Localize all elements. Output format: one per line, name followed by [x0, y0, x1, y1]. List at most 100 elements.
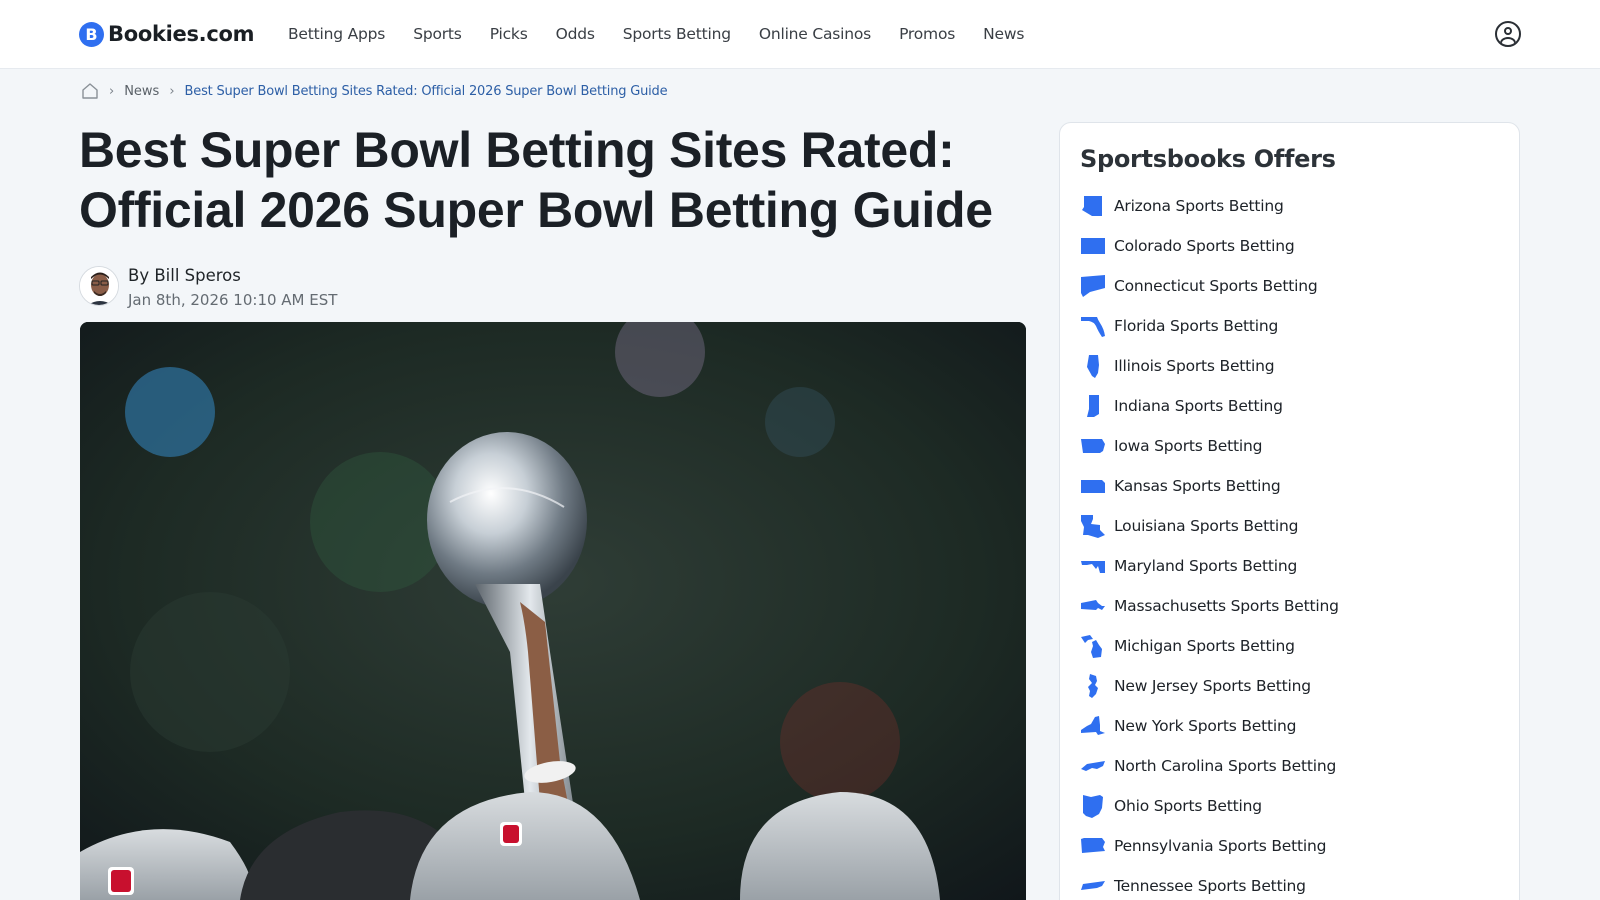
offers-title: Sportsbooks Offers	[1080, 145, 1336, 173]
offer-label: Tennessee Sports Betting	[1114, 877, 1306, 895]
michigan-icon	[1080, 633, 1106, 659]
site-logo[interactable]: B Bookies.com	[79, 20, 255, 48]
sportsbooks-offers-card: Sportsbooks Offers Arizona Sports Bettin…	[1059, 122, 1520, 900]
list-item: Illinois Sports Betting	[1080, 346, 1339, 386]
iowa-icon	[1080, 433, 1106, 459]
breadcrumb-news[interactable]: News	[124, 84, 159, 99]
publish-date: Jan 8th, 2026 10:10 AM EST	[128, 291, 338, 309]
nav-sports-betting[interactable]: Sports Betting	[623, 25, 731, 43]
breadcrumb-separator: ›	[109, 83, 115, 99]
offer-link-indiana[interactable]: Indiana Sports Betting	[1080, 393, 1283, 419]
offer-label: Michigan Sports Betting	[1114, 637, 1295, 655]
list-item: Indiana Sports Betting	[1080, 386, 1339, 426]
offer-link-new-york[interactable]: New York Sports Betting	[1080, 713, 1296, 739]
offer-label: Kansas Sports Betting	[1114, 477, 1281, 495]
list-item: North Carolina Sports Betting	[1080, 746, 1339, 786]
offer-link-florida[interactable]: Florida Sports Betting	[1080, 313, 1278, 339]
offer-link-connecticut[interactable]: Connecticut Sports Betting	[1080, 273, 1318, 299]
pennsylvania-icon	[1080, 833, 1106, 859]
list-item: Florida Sports Betting	[1080, 306, 1339, 346]
offer-link-arizona[interactable]: Arizona Sports Betting	[1080, 193, 1284, 219]
new-jersey-icon	[1080, 673, 1106, 699]
author-name[interactable]: By Bill Speros	[128, 266, 241, 285]
page-title: Best Super Bowl Betting Sites Rated: Off…	[79, 122, 993, 238]
list-item: New York Sports Betting	[1080, 706, 1339, 746]
offer-label: Arizona Sports Betting	[1114, 197, 1284, 215]
hero-image	[80, 322, 1026, 900]
offer-link-tennessee[interactable]: Tennessee Sports Betting	[1080, 873, 1306, 899]
offers-list: Arizona Sports Betting Colorado Sports B…	[1080, 186, 1339, 900]
offer-label: Indiana Sports Betting	[1114, 397, 1283, 415]
author-avatar[interactable]	[79, 266, 119, 306]
list-item: Maryland Sports Betting	[1080, 546, 1339, 586]
illinois-icon	[1080, 353, 1106, 379]
user-circle-icon[interactable]	[1495, 21, 1521, 47]
offer-label: Iowa Sports Betting	[1114, 437, 1263, 455]
colorado-icon	[1080, 233, 1106, 259]
offer-link-maryland[interactable]: Maryland Sports Betting	[1080, 553, 1297, 579]
list-item: Michigan Sports Betting	[1080, 626, 1339, 666]
offer-label: Maryland Sports Betting	[1114, 557, 1298, 575]
florida-icon	[1080, 313, 1106, 339]
connecticut-icon	[1080, 273, 1106, 299]
list-item: Kansas Sports Betting	[1080, 466, 1339, 506]
louisiana-icon	[1080, 513, 1106, 539]
list-item: Pennsylvania Sports Betting	[1080, 826, 1339, 866]
nav-odds[interactable]: Odds	[556, 25, 595, 43]
offer-link-michigan[interactable]: Michigan Sports Betting	[1080, 633, 1295, 659]
offer-link-massachusetts[interactable]: Massachusetts Sports Betting	[1080, 593, 1339, 619]
list-item: Louisiana Sports Betting	[1080, 506, 1339, 546]
main-nav: Betting Apps Sports Picks Odds Sports Be…	[288, 22, 1052, 46]
offer-link-north-carolina[interactable]: North Carolina Sports Betting	[1080, 753, 1336, 779]
logo-badge-icon: B	[79, 21, 104, 47]
offer-label: Illinois Sports Betting	[1114, 357, 1275, 375]
offer-link-iowa[interactable]: Iowa Sports Betting	[1080, 433, 1262, 459]
offer-link-illinois[interactable]: Illinois Sports Betting	[1080, 353, 1275, 379]
nav-betting-apps[interactable]: Betting Apps	[288, 25, 385, 43]
offer-label: Florida Sports Betting	[1114, 317, 1279, 335]
offer-link-louisiana[interactable]: Louisiana Sports Betting	[1080, 513, 1298, 539]
offer-link-colorado[interactable]: Colorado Sports Betting	[1080, 233, 1295, 259]
tennessee-icon	[1080, 873, 1106, 899]
offer-label: Connecticut Sports Betting	[1114, 277, 1318, 295]
offer-link-ohio[interactable]: Ohio Sports Betting	[1080, 793, 1262, 819]
list-item: Colorado Sports Betting	[1080, 226, 1339, 266]
offer-label: New York Sports Betting	[1114, 717, 1297, 735]
offer-label: North Carolina Sports Betting	[1114, 757, 1337, 775]
nav-sports[interactable]: Sports	[413, 25, 462, 43]
offer-link-kansas[interactable]: Kansas Sports Betting	[1080, 473, 1281, 499]
offer-label: New Jersey Sports Betting	[1114, 677, 1311, 695]
list-item: Massachusetts Sports Betting	[1080, 586, 1339, 626]
nav-news[interactable]: News	[983, 25, 1024, 43]
list-item: Connecticut Sports Betting	[1080, 266, 1339, 306]
home-icon[interactable]	[81, 82, 99, 100]
list-item: Ohio Sports Betting	[1080, 786, 1339, 826]
logo-text: Bookies.com	[108, 22, 255, 46]
arizona-icon	[1080, 193, 1106, 219]
breadcrumb: › News › Best Super Bowl Betting Sites R…	[81, 80, 668, 102]
offer-link-pennsylvania[interactable]: Pennsylvania Sports Betting	[1080, 833, 1326, 859]
indiana-icon	[1080, 393, 1106, 419]
list-item: New Jersey Sports Betting	[1080, 666, 1339, 706]
offer-link-new-jersey[interactable]: New Jersey Sports Betting	[1080, 673, 1311, 699]
offer-label: Colorado Sports Betting	[1114, 237, 1295, 255]
site-header: B Bookies.com Betting Apps Sports Picks …	[0, 0, 1600, 69]
nav-picks[interactable]: Picks	[490, 25, 528, 43]
new-york-icon	[1080, 713, 1106, 739]
north-carolina-icon	[1080, 753, 1106, 779]
nav-online-casinos[interactable]: Online Casinos	[759, 25, 871, 43]
ohio-icon	[1080, 793, 1106, 819]
offer-label: Massachusetts Sports Betting	[1114, 597, 1339, 615]
offer-label: Louisiana Sports Betting	[1114, 517, 1299, 535]
list-item: Tennessee Sports Betting	[1080, 866, 1339, 900]
list-item: Arizona Sports Betting	[1080, 186, 1339, 226]
kansas-icon	[1080, 473, 1106, 499]
offer-label: Pennsylvania Sports Betting	[1114, 837, 1327, 855]
breadcrumb-current: Best Super Bowl Betting Sites Rated: Off…	[184, 83, 668, 99]
maryland-icon	[1080, 553, 1106, 579]
massachusetts-icon	[1080, 593, 1106, 619]
nav-promos[interactable]: Promos	[899, 25, 955, 43]
list-item: Iowa Sports Betting	[1080, 426, 1339, 466]
offer-label: Ohio Sports Betting	[1114, 797, 1262, 815]
breadcrumb-separator: ›	[169, 83, 175, 99]
